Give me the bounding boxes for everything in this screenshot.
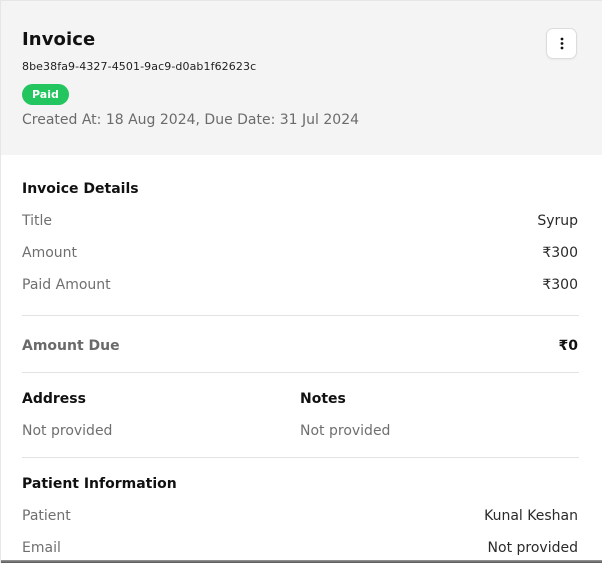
more-vertical-icon [560,37,564,50]
detail-value-title: Syrup [537,213,578,229]
patient-label: Patient [22,508,71,524]
invoice-header: Invoice 8be38fa9-4327-4501-9ac9-d0ab1f62… [1,1,602,155]
address-value: Not provided [22,423,113,439]
invoice-id: 8be38fa9-4327-4501-9ac9-d0ab1f62623c [22,60,257,73]
address-heading: Address [22,391,86,407]
email-value: Not provided [487,540,578,556]
notes-heading: Notes [300,391,346,407]
detail-label-title: Title [22,213,53,229]
detail-label-paid-amount: Paid Amount [22,277,111,293]
detail-value-amount: ₹300 [542,245,578,261]
invoice-details-heading: Invoice Details [22,181,139,197]
divider [22,457,579,458]
detail-label-amount: Amount [22,245,78,261]
notes-value: Not provided [300,423,391,439]
more-options-button[interactable] [546,28,577,59]
patient-name: Kunal Keshan [484,508,578,524]
email-label: Email [22,540,61,556]
divider [22,372,579,373]
detail-value-paid-amount: ₹300 [542,277,578,293]
amount-due-label: Amount Due [22,338,120,354]
divider [22,315,579,316]
patient-information-heading: Patient Information [22,476,177,492]
invoice-title: Invoice [22,29,96,50]
amount-due-value: ₹0 [558,338,578,354]
invoice-panel: Invoice 8be38fa9-4327-4501-9ac9-d0ab1f62… [0,0,602,563]
status-badge: Paid [22,84,69,105]
invoice-dates: Created At: 18 Aug 2024, Due Date: 31 Ju… [22,112,360,128]
